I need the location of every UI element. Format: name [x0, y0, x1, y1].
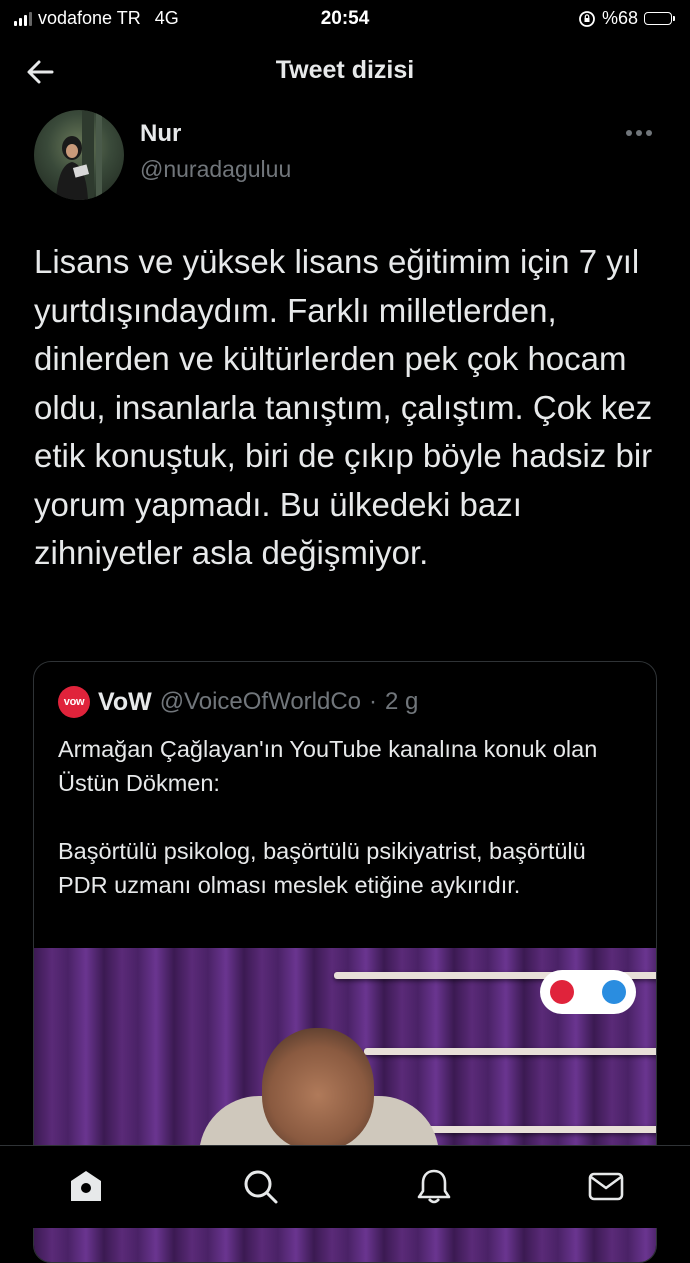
avatar[interactable] — [34, 110, 124, 200]
search-icon — [244, 1170, 278, 1204]
quoted-avatar: vow — [58, 686, 90, 718]
quoted-tweet-header: vow VoW @VoiceOfWorldCo · 2 g — [58, 686, 418, 718]
tab-messages[interactable] — [586, 1166, 626, 1206]
messages-icon — [588, 1172, 624, 1201]
more-options-button[interactable] — [626, 126, 656, 140]
notifications-icon — [417, 1169, 451, 1204]
quoted-author-handle: @VoiceOfWorldCo — [159, 688, 362, 715]
author-handle[interactable]: @nuradaguluu — [140, 156, 291, 183]
status-right: %68 — [578, 8, 675, 29]
quoted-separator: · — [369, 688, 378, 715]
avatar-photo — [56, 110, 102, 200]
tweet-text: Lisans ve yüksek lisans eğitimim için 7 … — [34, 243, 653, 571]
tweet-author: Nur @nuradaguluu — [34, 108, 656, 200]
tab-search[interactable] — [240, 1166, 280, 1206]
battery-percent: %68 — [601, 8, 638, 28]
more-dot-icon — [636, 130, 642, 136]
more-dot-icon — [646, 130, 652, 136]
quoted-age: 2 g — [385, 688, 419, 715]
battery-icon — [644, 12, 675, 25]
tab-bar — [0, 1145, 690, 1228]
status-bar: vodafone TR 4G 20:54 %68 — [0, 0, 690, 36]
tab-notifications[interactable] — [414, 1166, 454, 1206]
channel-logo — [540, 970, 636, 1014]
quoted-author-name: VoW — [98, 687, 152, 716]
home-icon — [71, 1171, 101, 1201]
tab-home[interactable] — [66, 1166, 106, 1206]
author-name[interactable]: Nur — [140, 120, 181, 148]
more-dot-icon — [626, 130, 632, 136]
quoted-tweet-text: Armağan Çağlayan'ın YouTube kanalına kon… — [58, 736, 598, 898]
stage-bar — [364, 1048, 656, 1055]
orientation-lock-icon — [579, 10, 595, 27]
person-head — [262, 1028, 374, 1150]
header: Tweet dizisi — [0, 44, 690, 98]
page-title: Tweet dizisi — [275, 56, 415, 84]
